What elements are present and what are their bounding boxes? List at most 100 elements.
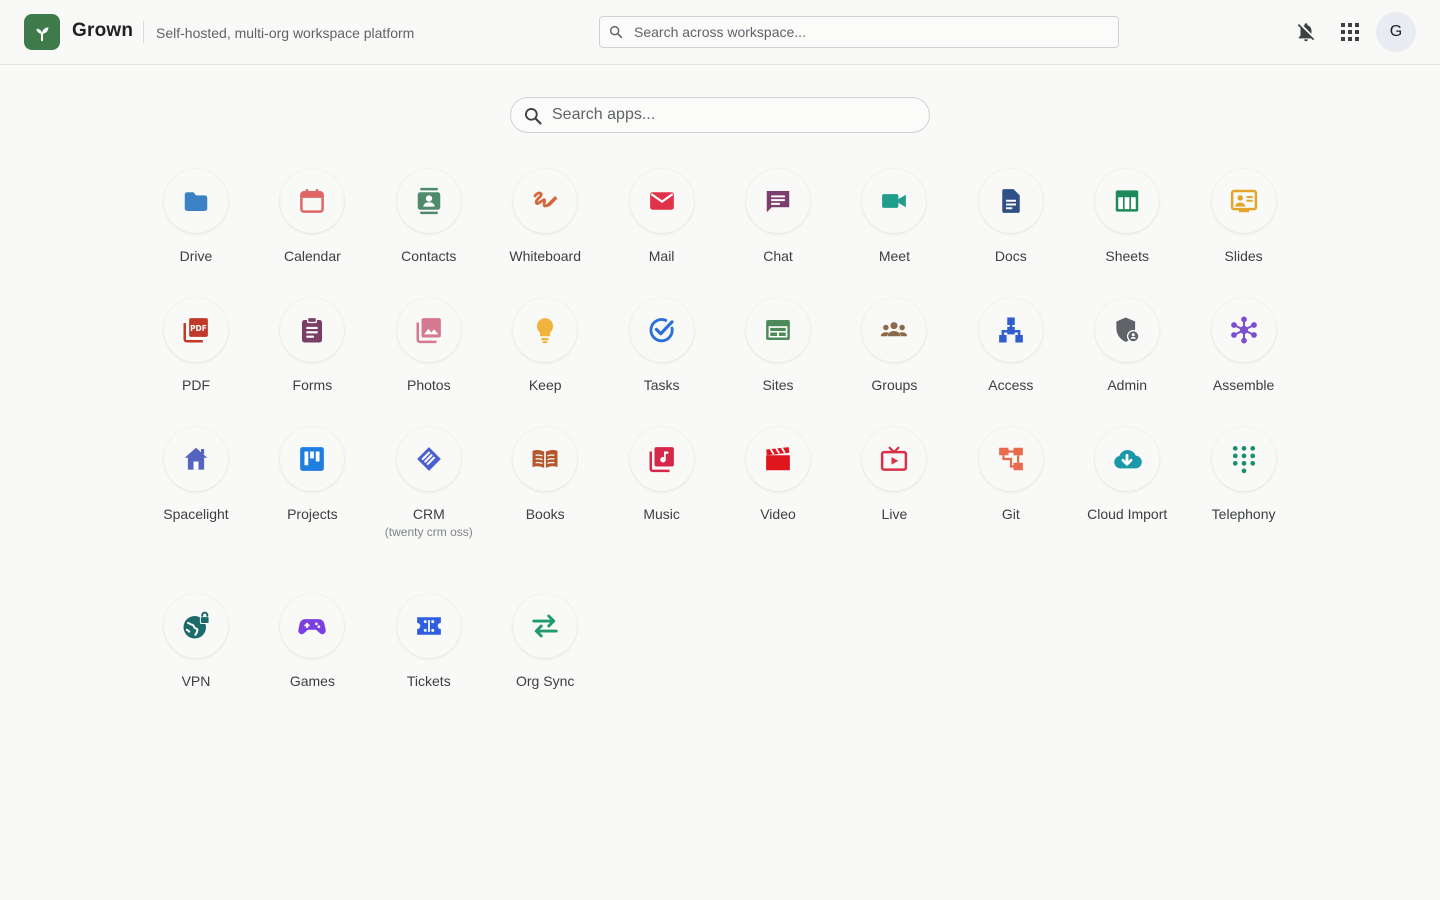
app-tile-chat[interactable]: Chat	[723, 169, 833, 265]
app-tile-git[interactable]: Git	[956, 427, 1066, 523]
notifications-off-icon	[1297, 23, 1315, 42]
app-label: Cloud Import	[1087, 506, 1168, 522]
app-tile-live[interactable]: Live	[839, 427, 949, 523]
app-icon-button[interactable]	[1211, 298, 1276, 362]
hub-icon	[1230, 316, 1257, 344]
app-tile-keep[interactable]: Keep	[490, 298, 600, 394]
app-tile-video[interactable]: Video	[723, 427, 833, 523]
app-tile-forms[interactable]: Forms	[257, 298, 367, 394]
app-tile-spacelight[interactable]: Spacelight	[141, 427, 251, 523]
app-icon-button[interactable]	[1095, 298, 1160, 362]
app-tile-slides[interactable]: Slides	[1189, 169, 1299, 265]
app-icon-button[interactable]	[1211, 169, 1276, 233]
app-tile-sites[interactable]: Sites	[723, 298, 833, 394]
notifications-button[interactable]	[1286, 12, 1326, 52]
app-tile-music[interactable]: Music	[607, 427, 717, 523]
app-tile-org-sync[interactable]: Org Sync	[490, 594, 600, 690]
app-tile-admin[interactable]: Admin	[1072, 298, 1182, 394]
app-sublabel: (twenty crm oss)	[384, 525, 473, 539]
app-icon-button[interactable]	[978, 169, 1043, 233]
app-icon-button[interactable]	[164, 427, 228, 491]
app-icon-button[interactable]	[280, 169, 345, 233]
app-label: Telephony	[1211, 506, 1276, 522]
app-tile-access[interactable]: Access	[956, 298, 1066, 394]
app-label: Books	[525, 506, 565, 522]
app-icon-button[interactable]	[1095, 427, 1160, 491]
app-search-input[interactable]	[552, 98, 912, 132]
app-icon-button[interactable]	[1211, 427, 1276, 491]
app-tile-tasks[interactable]: Tasks	[607, 298, 717, 394]
app-tile-mail[interactable]: Mail	[607, 169, 717, 265]
app-icon-button[interactable]	[978, 427, 1043, 491]
app-icon-button[interactable]: PDF	[164, 298, 228, 362]
app-icon-button[interactable]	[746, 298, 810, 362]
app-icon-button[interactable]	[513, 427, 578, 491]
app-icon-button[interactable]	[862, 169, 927, 233]
app-tile-groups[interactable]: Groups	[839, 298, 949, 394]
workspace-search[interactable]	[599, 16, 1119, 48]
app-icon-button[interactable]	[396, 427, 461, 491]
app-grid: Drive Calendar Contacts Whiteboard Mail Chat M…	[0, 0, 1440, 900]
app-icon-button[interactable]	[862, 427, 927, 491]
app-label: Admin	[1107, 377, 1148, 393]
app-icon-button[interactable]	[513, 594, 578, 658]
app-tile-vpn[interactable]: VPN	[141, 594, 251, 690]
avatar[interactable]: G	[1376, 12, 1416, 52]
app-icon-button[interactable]	[1095, 169, 1160, 233]
app-icon-button[interactable]	[629, 427, 694, 491]
sprout-icon	[36, 27, 49, 42]
contacts-icon	[417, 187, 441, 215]
cloud-download-icon	[1114, 449, 1142, 469]
app-tile-pdf[interactable]: PDF PDF	[141, 298, 251, 394]
app-icon-button[interactable]	[396, 298, 461, 362]
app-tile-docs[interactable]: Docs	[956, 169, 1066, 265]
app-icon-button[interactable]	[746, 169, 810, 233]
app-tile-crm[interactable]: CRM (twenty crm oss)	[374, 427, 484, 541]
app-tile-calendar[interactable]: Calendar	[257, 169, 367, 265]
app-tile-assemble[interactable]: Assemble	[1189, 298, 1299, 394]
app-tile-tickets[interactable]: Tickets	[374, 594, 484, 690]
app-icon-button[interactable]	[280, 427, 345, 491]
mail-icon	[649, 192, 674, 210]
app-icon-button[interactable]	[513, 169, 578, 233]
app-icon-button[interactable]	[396, 594, 461, 658]
app-tile-photos[interactable]: Photos	[374, 298, 484, 394]
app-icon-button[interactable]	[513, 298, 578, 362]
app-search[interactable]	[510, 97, 930, 133]
app-icon-button[interactable]	[280, 594, 345, 658]
app-label: Photos	[407, 377, 451, 393]
app-tile-telephony[interactable]: Telephony	[1189, 427, 1299, 523]
app-icon-button[interactable]	[746, 427, 810, 491]
app-icon-button[interactable]	[629, 298, 694, 362]
logo[interactable]	[24, 14, 60, 50]
home-icon	[184, 447, 208, 470]
clipboard-icon	[302, 316, 323, 343]
app-icon-button[interactable]	[164, 169, 228, 233]
app-icon-button[interactable]	[280, 298, 345, 362]
calendar-icon	[300, 189, 325, 213]
app-icon-button[interactable]	[396, 169, 461, 233]
app-icon-button[interactable]	[164, 594, 228, 658]
app-tile-cloud-import[interactable]: Cloud Import	[1072, 427, 1182, 523]
workspace-search-input[interactable]	[634, 17, 1104, 47]
app-label: PDF	[182, 377, 210, 393]
apps-grid-button[interactable]	[1330, 12, 1370, 52]
app-label: Groups	[871, 377, 918, 393]
app-tile-meet[interactable]: Meet	[839, 169, 949, 265]
app-icon-button[interactable]	[862, 298, 927, 362]
app-tile-sheets[interactable]: Sheets	[1072, 169, 1182, 265]
app-icon-button[interactable]	[978, 298, 1043, 362]
app-tile-books[interactable]: Books	[490, 427, 600, 523]
sync-arrows-icon	[532, 614, 558, 638]
app-icon-button[interactable]	[629, 169, 694, 233]
brand-divider	[143, 21, 144, 43]
app-tile-games[interactable]: Games	[257, 594, 367, 690]
folder-icon	[184, 192, 208, 211]
app-tile-drive[interactable]: Drive	[141, 169, 251, 265]
app-tile-whiteboard[interactable]: Whiteboard	[490, 169, 600, 265]
app-tile-contacts[interactable]: Contacts	[374, 169, 484, 265]
live-tv-icon	[881, 446, 908, 471]
dialpad-icon	[1232, 446, 1255, 474]
app-tile-projects[interactable]: Projects	[257, 427, 367, 523]
ticket-icon	[416, 617, 441, 635]
